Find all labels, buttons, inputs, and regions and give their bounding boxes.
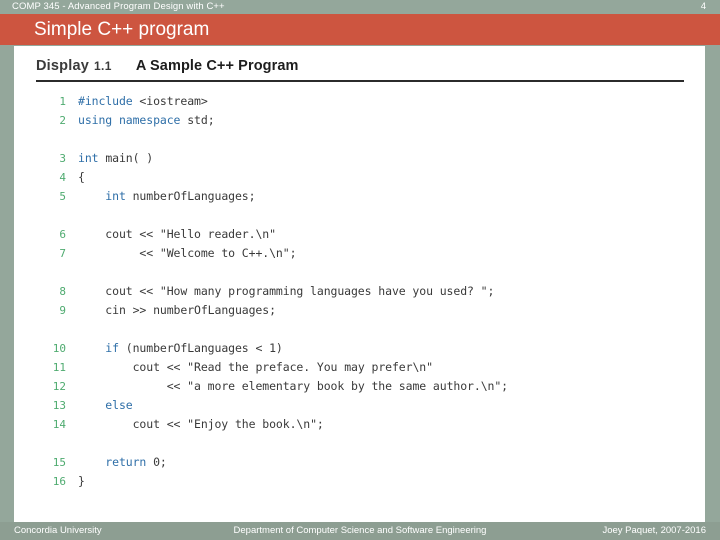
- code-line-number: 12: [52, 380, 66, 393]
- code-line-number: 1: [59, 95, 66, 108]
- heading-divider: [36, 80, 684, 82]
- code-line-number: 5: [59, 190, 66, 203]
- code-line-number: 2: [59, 114, 66, 127]
- content-panel: Display 1.1 A Sample C++ Program 1 #inclu…: [14, 46, 705, 522]
- code-line-number: 15: [52, 456, 66, 469]
- code-line: 10 if (numberOfLanguages < 1): [36, 341, 686, 360]
- code-line: 1 #include <iostream>: [36, 94, 686, 113]
- code-line-text: cout << "Hello reader.\n": [105, 227, 276, 241]
- code-line-number: 11: [52, 361, 66, 374]
- slide-footer: Concordia University Department of Compu…: [0, 522, 720, 540]
- code-line-text: if (numberOfLanguages < 1): [105, 341, 283, 355]
- footer-author: Joey Paquet, 2007-2016: [602, 525, 706, 536]
- display-title: A Sample C++ Program: [135, 58, 299, 74]
- code-line: 6 cout << "Hello reader.\n": [36, 227, 686, 246]
- code-line: 14 cout << "Enjoy the book.\n";: [36, 417, 686, 436]
- display-heading: Display 1.1 A Sample C++ Program: [36, 58, 299, 74]
- code-line: 9 cin >> numberOfLanguages;: [36, 303, 686, 322]
- code-line-number: 13: [52, 399, 66, 412]
- slide-title: Simple C++ program: [34, 19, 210, 40]
- code-line-number: 10: [52, 342, 66, 355]
- code-line-number: 8: [59, 285, 66, 298]
- code-line: 13 else: [36, 398, 686, 417]
- slide-title-band: Simple C++ program: [0, 14, 720, 45]
- code-line-text: int main( ): [78, 151, 154, 165]
- code-line-text: {: [78, 170, 85, 184]
- code-line: 8 cout << "How many programming language…: [36, 284, 686, 303]
- course-title: COMP 345 - Advanced Program Design with …: [12, 1, 225, 12]
- code-line: 7 << "Welcome to C++.\n";: [36, 246, 686, 265]
- display-number: 1.1: [93, 59, 112, 73]
- code-line: 2 using namespace std;: [36, 113, 686, 132]
- code-line: 4{: [36, 170, 686, 189]
- code-line-text: using namespace std;: [78, 113, 215, 127]
- slide: COMP 345 - Advanced Program Design with …: [0, 0, 720, 540]
- code-line-text: cout << "Enjoy the book.\n";: [132, 417, 324, 431]
- code-line-number: 14: [52, 418, 66, 431]
- code-line-number: 16: [52, 475, 66, 488]
- code-line: 12 << "a more elementary book by the sam…: [36, 379, 686, 398]
- code-line-text: int numberOfLanguages;: [105, 189, 256, 203]
- code-listing: 1 #include <iostream> 2 using namespace std…: [36, 94, 686, 493]
- code-line-number: 4: [59, 171, 66, 184]
- code-line-number: 6: [59, 228, 66, 241]
- display-label: Display: [36, 58, 89, 74]
- code-line-number: 3: [59, 152, 66, 165]
- code-line-text: cin >> numberOfLanguages;: [105, 303, 276, 317]
- code-line: 11 cout << "Read the preface. You may pr…: [36, 360, 686, 379]
- code-line-text: cout << "How many programming languages …: [105, 284, 495, 298]
- code-line-text: << "a more elementary book by the same a…: [78, 379, 509, 393]
- code-line-number: 9: [59, 304, 66, 317]
- code-line-text: else: [105, 398, 133, 412]
- code-line: 16}: [36, 474, 686, 493]
- code-line-text: }: [78, 474, 85, 488]
- slide-topbar: COMP 345 - Advanced Program Design with …: [0, 0, 720, 14]
- code-line-text: #include <iostream>: [78, 94, 208, 108]
- code-line-text: << "Welcome to C++.\n";: [78, 246, 297, 260]
- code-line: 5 int numberOfLanguages;: [36, 189, 686, 208]
- slide-number: 4: [700, 1, 706, 12]
- code-line-text: return 0;: [105, 455, 167, 469]
- code-line: 15 return 0;: [36, 455, 686, 474]
- code-line: 3 int main( ): [36, 151, 686, 170]
- code-line-number: 7: [59, 247, 66, 260]
- code-line-text: cout << "Read the preface. You may prefe…: [132, 360, 433, 374]
